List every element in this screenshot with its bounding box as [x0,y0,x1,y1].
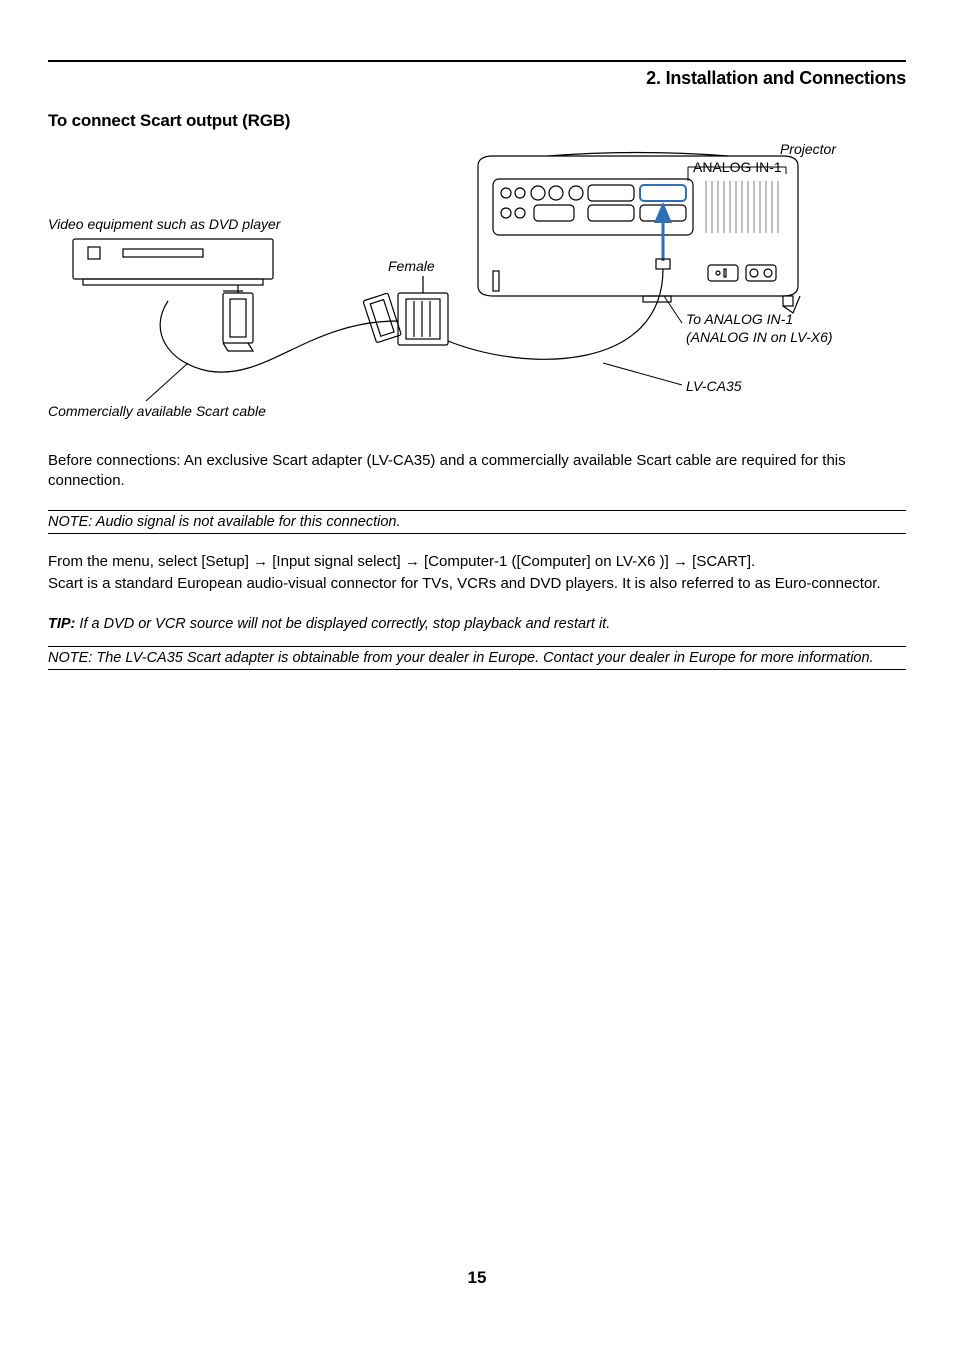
chapter-title: 2. Installation and Connections [48,68,906,89]
menu-instruction-line1: From the menu, select [Setup] → [Input s… [48,552,906,572]
tip-text: TIP: If a DVD or VCR source will not be … [48,616,906,632]
section-title: To connect Scart output (RGB) [48,111,906,131]
note-lv-ca35-dealer: NOTE: The LV-CA35 Scart adapter is obtai… [48,646,906,670]
before-connections-text: Before connections: An exclusive Scart a… [48,451,906,492]
tip-label: TIP: [48,616,75,632]
note-audio-not-available: NOTE: Audio signal is not available for … [48,510,906,534]
page-number: 15 [0,1268,954,1288]
connection-diagram: Projector ANALOG IN-1 Video equipment su… [48,141,906,421]
menu-instruction-line2: Scart is a standard European audio-visua… [48,574,906,594]
tip-body: If a DVD or VCR source will not be displ… [75,616,610,632]
